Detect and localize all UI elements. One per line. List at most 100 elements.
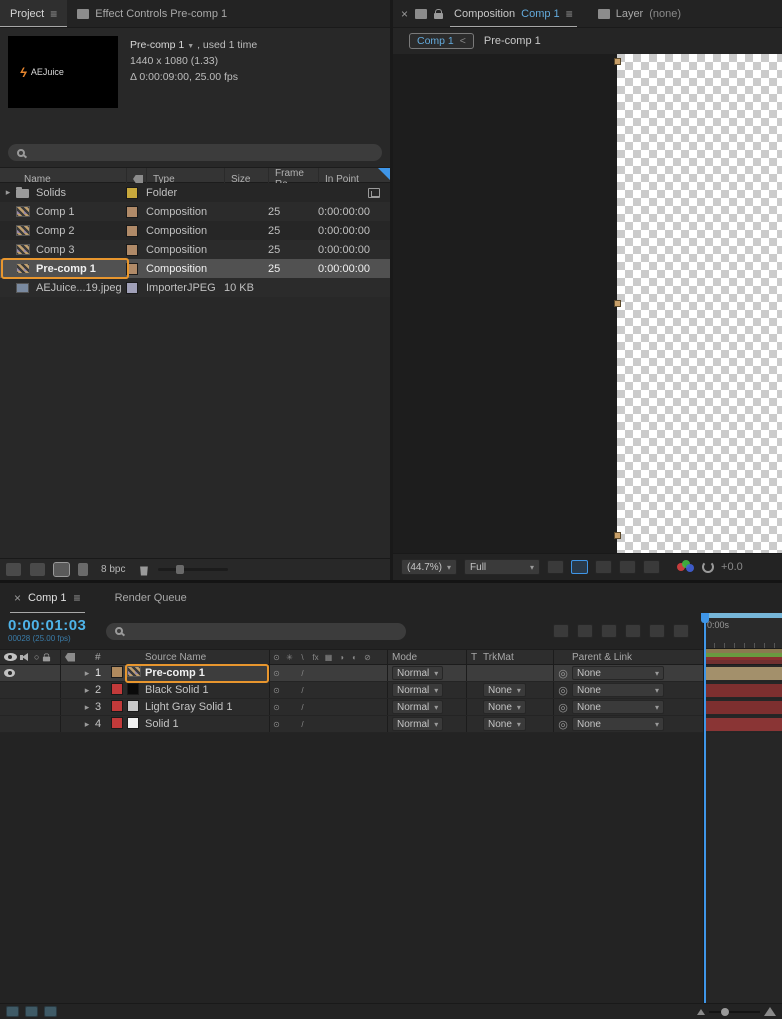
layer-bar-row[interactable] [704, 699, 782, 716]
thumbnail-size-slider[interactable] [158, 565, 229, 574]
mode-dropdown[interactable]: Normal ▾ [392, 683, 444, 697]
layer-row-solid-1[interactable]: ▸ 4 Solid 1 ⊙ / Normal ▾ None ▾ ◎ None ▾ [0, 716, 703, 733]
project-row-comp1[interactable]: Comp 1 Composition 25 0:00:00:00 [0, 202, 390, 221]
pickwhip-icon[interactable]: ◎ [554, 684, 572, 697]
label-color-swatch[interactable] [126, 224, 138, 237]
timeline-track-area[interactable]: 0:00s [701, 613, 782, 1003]
selection-handle-middle[interactable] [614, 299, 621, 307]
parent-link-column-header[interactable]: Parent & Link [572, 652, 672, 663]
source-name-column-header[interactable]: Source Name [145, 652, 269, 663]
tab-project[interactable]: Project ≡ [0, 0, 68, 27]
label-color-swatch[interactable] [126, 262, 138, 275]
tab-effect-controls[interactable]: Effect Controls Pre-comp 1 [67, 0, 237, 27]
dropdown-open-icon[interactable]: ▼ [187, 43, 194, 50]
mode-dropdown[interactable]: Normal ▾ [392, 666, 444, 680]
video-column-eye-icon[interactable] [4, 653, 17, 661]
layer-label-swatch[interactable] [111, 716, 123, 729]
selection-handle-bottom[interactable] [614, 532, 621, 539]
selection-handle-top[interactable] [614, 58, 621, 65]
mask-visibility-icon[interactable] [619, 560, 637, 574]
mode-dropdown[interactable]: Normal ▾ [392, 717, 444, 731]
adjustment-icon[interactable] [78, 563, 88, 576]
project-row-comp2[interactable]: Comp 2 Composition 25 0:00:00:00 [0, 221, 390, 240]
mode-column-header[interactable]: Mode [388, 652, 466, 663]
layer-name[interactable]: Pre-comp 1 [145, 667, 269, 679]
pickwhip-icon[interactable]: ◎ [554, 701, 572, 714]
trkmat-column-header[interactable]: TrkMat [481, 652, 553, 663]
tab-composition[interactable]: Composition Comp 1 ≡ [450, 0, 577, 27]
layer-expand-icon[interactable]: ▸ [79, 719, 95, 730]
layer-expand-icon[interactable]: ▸ [79, 702, 95, 713]
collapse-switch[interactable]: ⊙ [270, 686, 283, 695]
zoom-slider-thumb[interactable] [721, 1007, 729, 1016]
view-layout-icon[interactable] [643, 560, 661, 574]
breadcrumb-parent-chip[interactable]: Comp 1 < [409, 33, 474, 49]
slider-thumb[interactable] [176, 565, 185, 574]
new-folder-icon[interactable] [30, 563, 45, 576]
exposure-value[interactable]: +0.0 [721, 561, 743, 573]
zoom-in-icon[interactable] [764, 1007, 776, 1016]
layer-name[interactable]: Solid 1 [145, 718, 269, 730]
tab-timeline-comp1[interactable]: × Comp 1 ≡ [10, 583, 85, 613]
layer-expand-icon[interactable]: ▸ [79, 668, 95, 679]
parent-dropdown[interactable]: None ▾ [572, 666, 664, 680]
project-row-comp3[interactable]: Comp 3 Composition 25 0:00:00:00 [0, 240, 390, 259]
layer-name[interactable]: Black Solid 1 [145, 684, 269, 696]
solo-column-icon[interactable]: ○ [34, 652, 39, 662]
project-row-aejuice-jpeg[interactable]: AEJuice...19.jpeg ImporterJPEG 10 KB [0, 278, 390, 297]
project-search-input[interactable] [30, 147, 373, 158]
layer-label-swatch[interactable] [111, 682, 123, 695]
snapshot-icon[interactable] [547, 560, 565, 574]
panel-menu-icon[interactable]: ≡ [50, 7, 57, 21]
project-row-pre-comp-1[interactable]: Pre-comp 1 Composition 25 0:00:00:00 [0, 259, 390, 278]
trkmat-dropdown[interactable]: None ▾ [483, 717, 526, 731]
lock-column-icon[interactable] [43, 653, 51, 662]
mode-dropdown[interactable]: Normal ▾ [392, 700, 444, 714]
number-column-header[interactable]: # [95, 652, 111, 663]
current-time-display[interactable]: 0:00:01:03 00028 (25.00 fps) [8, 618, 94, 643]
layer-bar-row[interactable] [704, 682, 782, 699]
layer-bar-row[interactable] [704, 716, 782, 733]
layer-expand-icon[interactable]: ▸ [79, 685, 95, 696]
layer-duration-bar[interactable] [704, 666, 782, 680]
sort-direction-icon[interactable] [378, 168, 390, 180]
toggle-transfer-controls-icon[interactable] [25, 1006, 38, 1017]
project-row-solids[interactable]: ▸ Solids Folder [0, 183, 390, 202]
timeline-search-input[interactable] [128, 625, 397, 637]
label-column[interactable] [61, 652, 79, 662]
work-area-bar[interactable] [704, 613, 782, 618]
layer-bar-row[interactable] [704, 665, 782, 682]
parent-dropdown[interactable]: None ▾ [572, 717, 664, 731]
time-ruler[interactable]: 0:00s [704, 613, 782, 649]
layer-label-swatch[interactable] [111, 699, 123, 712]
channel-icon[interactable] [677, 560, 695, 574]
lock-icon[interactable] [434, 8, 444, 19]
color-depth-button[interactable]: 8 bpc [97, 563, 129, 576]
zoom-slider[interactable] [709, 1007, 760, 1016]
chevron-right-icon[interactable]: ▸ [0, 187, 16, 198]
label-color-swatch[interactable] [126, 186, 138, 199]
layer-name[interactable]: Light Gray Solid 1 [145, 701, 269, 713]
frame-blending-icon[interactable] [625, 624, 641, 638]
close-panel-icon[interactable]: × [401, 7, 408, 21]
parent-dropdown[interactable]: None ▾ [572, 683, 664, 697]
pickwhip-icon[interactable]: ◎ [554, 718, 572, 731]
label-color-swatch[interactable] [126, 281, 138, 294]
composition-flowchart-icon[interactable] [553, 624, 569, 638]
trkmat-dropdown[interactable]: None ▾ [483, 700, 526, 714]
tab-render-queue[interactable]: Render Queue [111, 583, 191, 613]
layer-row-pre-comp-1[interactable]: ▸ 1 Pre-comp 1 ⊙ / Normal ▾ ◎ None ▾ [0, 665, 703, 682]
quality-switch[interactable]: / [296, 703, 309, 712]
quality-switch[interactable]: / [296, 686, 309, 695]
layer-duration-bar[interactable] [704, 700, 782, 714]
toggle-inout-pane-icon[interactable] [44, 1006, 57, 1017]
resolution-dropdown[interactable]: Full ▾ [464, 559, 541, 575]
quality-switch[interactable]: / [296, 669, 309, 678]
layer-row-black-solid-1[interactable]: ▸ 2 Black Solid 1 ⊙ / Normal ▾ None ▾ ◎ Non… [0, 682, 703, 699]
trkmat-dropdown[interactable]: None ▾ [483, 683, 526, 697]
region-of-interest-icon[interactable] [595, 560, 613, 574]
t-column-header[interactable]: T [467, 652, 481, 663]
composition-viewer[interactable] [393, 54, 782, 553]
layer-row-light-gray-solid-1[interactable]: ▸ 3 Light Gray Solid 1 ⊙ / Normal ▾ None ▾ … [0, 699, 703, 716]
reset-exposure-icon[interactable] [702, 561, 715, 573]
